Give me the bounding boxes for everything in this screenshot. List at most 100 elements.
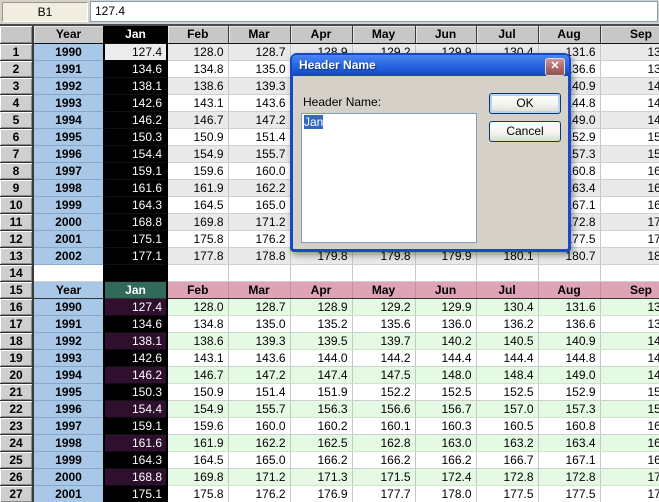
cell[interactable]: 168.8	[104, 213, 167, 230]
cell-year[interactable]: 1999	[33, 196, 104, 213]
row-number[interactable]: 5	[0, 111, 33, 128]
cell[interactable]: 157.8	[600, 400, 659, 417]
cell[interactable]: 157.8	[600, 145, 659, 162]
cell[interactable]: 151.9	[290, 383, 352, 400]
cell[interactable]: 146.7	[167, 111, 228, 128]
cell[interactable]: 139.3	[228, 77, 290, 94]
cell[interactable]: 167.1	[538, 451, 600, 468]
cell-empty[interactable]	[228, 264, 290, 281]
row-number[interactable]: 18	[0, 332, 33, 349]
cell[interactable]: 150.3	[104, 128, 167, 145]
cell[interactable]: 157.3	[538, 400, 600, 417]
ok-button[interactable]: OK	[489, 93, 561, 114]
cell[interactable]: 155.7	[228, 145, 290, 162]
cell-year[interactable]: 1997	[33, 162, 104, 179]
cell-empty[interactable]	[352, 264, 415, 281]
cell[interactable]: 164.5	[167, 451, 228, 468]
cell[interactable]: 178.8	[228, 247, 290, 264]
cell-year[interactable]: 1996	[33, 145, 104, 162]
column-header-jul[interactable]: Jul	[476, 26, 538, 43]
row-number[interactable]: 17	[0, 315, 33, 332]
column-header-year[interactable]: Year	[33, 281, 104, 298]
cell[interactable]: 163.2	[476, 434, 538, 451]
row-number[interactable]: 24	[0, 434, 33, 451]
row-number[interactable]: 13	[0, 247, 33, 264]
cell[interactable]: 154.4	[104, 145, 167, 162]
corner-cell[interactable]	[0, 26, 33, 43]
cell[interactable]: 153.2	[600, 383, 659, 400]
cell-empty[interactable]	[415, 264, 476, 281]
cell-empty-selected[interactable]	[104, 264, 167, 281]
cell[interactable]: 144.0	[290, 349, 352, 366]
cell-reference-box[interactable]: B1	[2, 2, 88, 22]
cell[interactable]: 149.0	[538, 366, 600, 383]
cell[interactable]: 155.7	[228, 400, 290, 417]
cell[interactable]: 154.9	[167, 400, 228, 417]
column-header-jun[interactable]: Jun	[415, 281, 476, 298]
cell[interactable]: 128.7	[228, 298, 290, 315]
cell[interactable]: 161.2	[600, 162, 659, 179]
cell[interactable]: 171.2	[228, 213, 290, 230]
cell[interactable]: 142.6	[104, 94, 167, 111]
cell[interactable]: 134.8	[167, 315, 228, 332]
cell[interactable]: 169.8	[167, 468, 228, 485]
cell[interactable]: 167.9	[600, 451, 659, 468]
cell[interactable]: 151.4	[228, 128, 290, 145]
cell[interactable]: 127.4	[104, 298, 167, 315]
cell[interactable]: 135.0	[228, 315, 290, 332]
cell[interactable]: 147.5	[352, 366, 415, 383]
cell-year[interactable]: 1993	[33, 349, 104, 366]
cell[interactable]: 138.1	[104, 332, 167, 349]
cell[interactable]: 134.6	[104, 315, 167, 332]
column-header-sep[interactable]: Sep	[600, 281, 659, 298]
column-header-feb[interactable]: Feb	[167, 281, 228, 298]
cell[interactable]: 177.1	[104, 247, 167, 264]
cell[interactable]: 178.0	[415, 485, 476, 502]
cell-year[interactable]: 1990	[33, 298, 104, 315]
cell-year[interactable]: 1995	[33, 383, 104, 400]
row-number[interactable]: 1	[0, 43, 33, 60]
cell[interactable]: 145.1	[600, 94, 659, 111]
cell[interactable]: 181.0	[600, 247, 659, 264]
cell[interactable]: 178.3	[600, 230, 659, 247]
cell[interactable]: 144.4	[476, 349, 538, 366]
cell[interactable]: 163.0	[415, 434, 476, 451]
cell[interactable]: 131.6	[538, 298, 600, 315]
row-number[interactable]: 7	[0, 145, 33, 162]
cell[interactable]: 135.6	[352, 315, 415, 332]
row-number[interactable]: 21	[0, 383, 33, 400]
cell[interactable]: 163.4	[538, 434, 600, 451]
row-number[interactable]: 20	[0, 366, 33, 383]
cell[interactable]: 160.2	[290, 417, 352, 434]
cell[interactable]: 130.4	[476, 298, 538, 315]
column-header-jul[interactable]: Jul	[476, 281, 538, 298]
cell-year[interactable]: 1998	[33, 434, 104, 451]
cell[interactable]: 142.6	[104, 349, 167, 366]
column-header-feb[interactable]: Feb	[167, 26, 228, 43]
cell-year[interactable]: 1993	[33, 94, 104, 111]
cell[interactable]: 132.7	[600, 298, 659, 315]
cell[interactable]: 143.6	[228, 349, 290, 366]
cell[interactable]: 161.9	[167, 434, 228, 451]
cell[interactable]: 177.7	[352, 485, 415, 502]
cell-year[interactable]: 1990	[33, 43, 104, 60]
cell[interactable]: 175.8	[167, 230, 228, 247]
cell[interactable]: 164.3	[104, 451, 167, 468]
cell[interactable]: 135.2	[290, 315, 352, 332]
cell[interactable]: 144.4	[415, 349, 476, 366]
cell[interactable]: 159.1	[104, 162, 167, 179]
cell-year[interactable]: 1994	[33, 111, 104, 128]
cell[interactable]: 152.9	[538, 383, 600, 400]
cell-year[interactable]: 1991	[33, 60, 104, 77]
cell-year[interactable]: 1997	[33, 417, 104, 434]
cell[interactable]: 165.0	[228, 451, 290, 468]
cell-year[interactable]: 2000	[33, 213, 104, 230]
column-header-jan[interactable]: Jan	[104, 281, 167, 298]
cancel-button[interactable]: Cancel	[489, 121, 561, 142]
cell[interactable]: 164.5	[167, 196, 228, 213]
column-header-may[interactable]: May	[352, 26, 415, 43]
cell[interactable]: 136.2	[476, 315, 538, 332]
cell[interactable]: 135.0	[228, 60, 290, 77]
cell[interactable]: 176.9	[290, 485, 352, 502]
cell[interactable]: 164.3	[104, 196, 167, 213]
